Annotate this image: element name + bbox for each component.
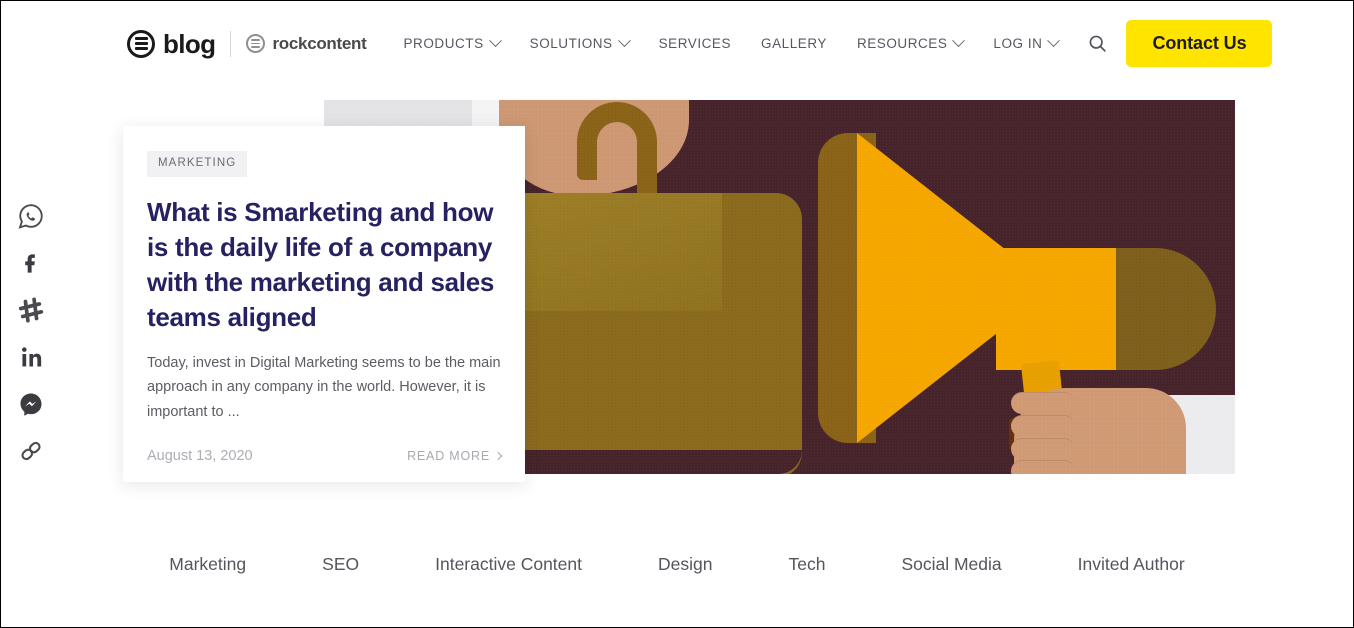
chevron-down-icon — [952, 34, 966, 48]
category-link-tech[interactable]: Tech — [750, 554, 863, 575]
rockcontent-logo-icon — [246, 34, 266, 53]
nav-item-solutions[interactable]: SOLUTIONS — [515, 30, 644, 57]
page-frame: blog rockcontent PRODUCTS SOLUTIONS SERV… — [0, 0, 1354, 628]
category-link-interactive-content[interactable]: Interactive Content — [397, 554, 620, 575]
category-link-social-media[interactable]: Social Media — [863, 554, 1039, 575]
illustration-hand-fingers — [1011, 392, 1079, 474]
slack-icon — [18, 297, 44, 323]
link-icon — [21, 441, 41, 461]
category-link-design[interactable]: Design — [620, 554, 750, 575]
rockcontent-logo-text: rockcontent — [272, 34, 367, 53]
chevron-down-icon — [488, 34, 502, 48]
site-header: blog rockcontent PRODUCTS SOLUTIONS SERV… — [1, 1, 1353, 86]
copy-link-share-link[interactable] — [16, 436, 46, 466]
linkedin-share-link[interactable] — [16, 342, 46, 372]
nav-item-login[interactable]: LOG IN — [978, 30, 1073, 57]
search-button[interactable] — [1087, 29, 1108, 59]
read-more-link[interactable]: READ MORE — [407, 449, 503, 463]
featured-article-card[interactable]: MARKETING What is Smarketing and how is … — [123, 126, 525, 482]
whatsapp-share-link[interactable] — [16, 201, 46, 231]
blog-logo[interactable]: blog — [127, 28, 216, 59]
article-excerpt: Today, invest in Digital Marketing seems… — [147, 354, 501, 420]
chevron-right-icon — [493, 451, 503, 461]
facebook-icon — [25, 254, 35, 273]
nav-item-resources[interactable]: RESOURCES — [842, 30, 978, 57]
nav-item-products[interactable]: PRODUCTS — [388, 30, 514, 57]
linkedin-icon — [22, 347, 42, 367]
nav-item-services[interactable]: SERVICES — [644, 30, 746, 57]
search-icon — [1090, 35, 1107, 52]
main-navigation: PRODUCTS SOLUTIONS SERVICES GALLERY RESO… — [388, 30, 1073, 57]
nav-label-gallery: GALLERY — [761, 36, 827, 51]
read-more-label: READ MORE — [407, 449, 490, 463]
article-title[interactable]: What is Smarketing and how is the daily … — [147, 195, 501, 335]
article-date: August 13, 2020 — [147, 448, 253, 464]
article-card-footer: August 13, 2020 READ MORE — [147, 448, 503, 464]
megaphone-body — [996, 248, 1116, 370]
brand-divider — [230, 30, 232, 57]
category-link-seo[interactable]: SEO — [284, 554, 397, 575]
messenger-share-link[interactable] — [16, 389, 46, 419]
chevron-down-icon — [617, 34, 631, 48]
blog-logo-icon — [127, 29, 155, 58]
contact-us-button[interactable]: Contact Us — [1126, 20, 1273, 67]
brand-group: blog rockcontent — [127, 28, 367, 59]
article-category-badge[interactable]: MARKETING — [147, 151, 248, 177]
social-share-rail — [11, 201, 51, 466]
nav-label-resources: RESOURCES — [856, 36, 948, 51]
chevron-down-icon — [1047, 34, 1061, 48]
nav-label-solutions: SOLUTIONS — [529, 36, 613, 51]
nav-label-products: PRODUCTS — [403, 36, 484, 51]
nav-item-gallery[interactable]: GALLERY — [746, 30, 842, 57]
facebook-share-link[interactable] — [16, 248, 46, 278]
nav-label-login: LOG IN — [993, 36, 1043, 51]
nav-label-services: SERVICES — [658, 36, 732, 51]
category-link-marketing[interactable]: Marketing — [131, 554, 284, 575]
blog-logo-text: blog — [163, 28, 216, 59]
messenger-icon — [20, 393, 42, 416]
rockcontent-logo[interactable]: rockcontent — [246, 34, 367, 53]
slack-share-link[interactable] — [16, 295, 46, 325]
whatsapp-icon — [18, 204, 43, 229]
category-link-invited-author[interactable]: Invited Author — [1040, 554, 1223, 575]
category-navigation: Marketing SEO Interactive Content Design… — [1, 529, 1353, 599]
megaphone-cone — [857, 133, 1007, 443]
